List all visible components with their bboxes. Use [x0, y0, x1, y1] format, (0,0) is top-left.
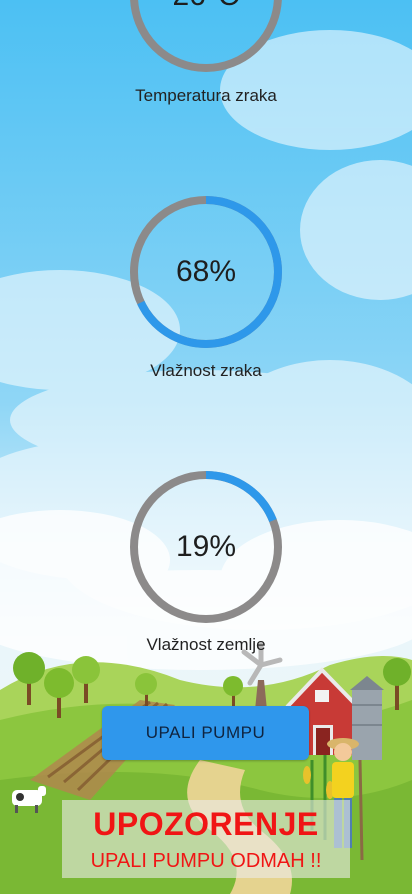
- warning-panel: UPOZORENJE UPALI PUMPU ODMAH !!: [62, 800, 350, 878]
- air-humidity-value: 68%: [175, 255, 237, 288]
- turn-on-pump-button[interactable]: UPALI PUMPU: [102, 706, 309, 760]
- air-humidity-label: Vlažnost zraka: [150, 361, 262, 380]
- warning-message: UPALI PUMPU ODMAH !!: [90, 850, 322, 872]
- soil-humidity-value: 19%: [175, 530, 237, 563]
- soil-humidity-label: Vlažnost zemlje: [146, 635, 266, 654]
- warning-title: UPOZORENJE: [93, 806, 319, 842]
- temperature-value: 26°C: [128, 0, 284, 74]
- temperature-label: Temperatura zraka: [135, 86, 277, 105]
- air-humidity-gauge: 68%: [128, 194, 284, 350]
- temperature-gauge: 26°C: [128, 0, 284, 74]
- soil-humidity-gauge: 19%: [128, 469, 284, 625]
